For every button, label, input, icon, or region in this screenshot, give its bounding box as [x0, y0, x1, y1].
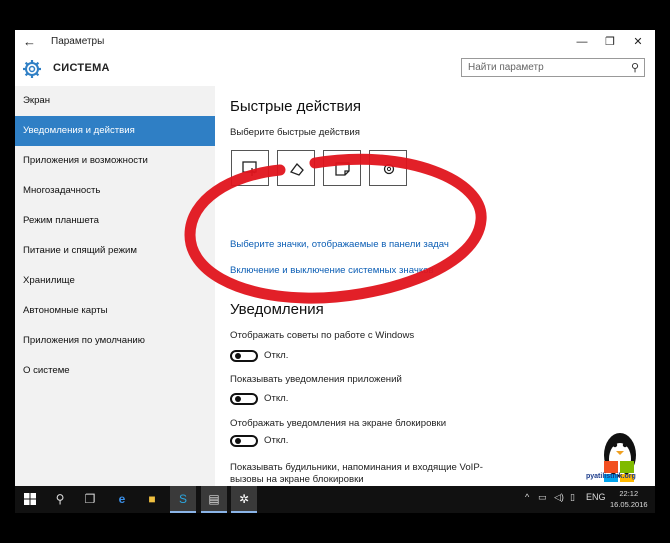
tray-chevron-icon[interactable]: ^ — [525, 492, 529, 502]
clock[interactable]: 22:12 16.05.2016 — [610, 488, 648, 510]
windows-logo-icon — [24, 493, 36, 505]
file-explorer-icon[interactable]: ■ — [139, 486, 165, 513]
taskbar: ⚲ ❐ e ■ S ▤ ✲ ^ ▭ ◁) ▯ ENG 22:12 16.05.2… — [15, 486, 655, 513]
start-button[interactable] — [17, 486, 43, 513]
notification-center-icon[interactable]: ▯ — [570, 492, 575, 503]
network-icon[interactable]: ▭ — [538, 492, 547, 503]
remote-desktop-icon[interactable]: ▤ — [201, 486, 227, 513]
settings-taskbar-icon[interactable]: ✲ — [231, 486, 257, 513]
watermark-text: pyatilistnik.org — [586, 473, 636, 480]
settings-window: ← Параметры — ❐ ✕ СИСТЕМА Найти параметр… — [15, 30, 655, 486]
search-icon[interactable]: ⚲ — [47, 486, 73, 513]
clock-date: 16.05.2016 — [610, 500, 648, 509]
volume-icon[interactable]: ◁) — [554, 492, 564, 503]
skype-icon[interactable]: S — [170, 486, 196, 513]
task-view-icon[interactable]: ❐ — [77, 486, 103, 513]
watermark-logo: pyatilistnik.org — [586, 425, 650, 485]
red-annotation-ellipse — [184, 153, 487, 304]
clock-time: 22:12 — [619, 489, 639, 498]
edge-icon[interactable]: e — [109, 486, 135, 513]
language-indicator[interactable]: ENG — [586, 492, 606, 502]
